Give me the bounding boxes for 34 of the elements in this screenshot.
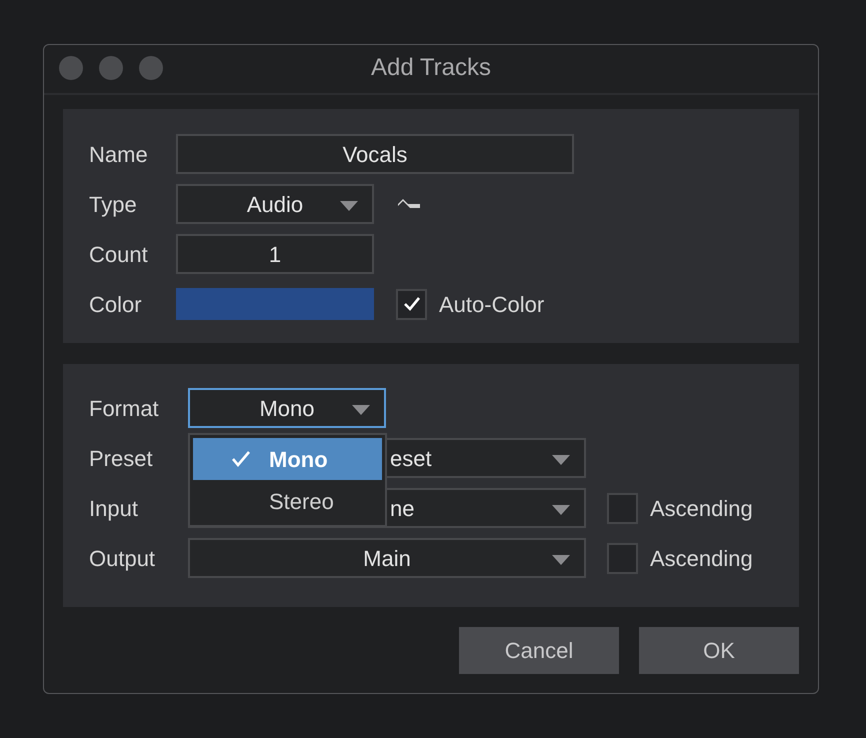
field-label: Type: [89, 190, 138, 219]
caret-icon: [340, 201, 358, 211]
checkbox[interactable]: [396, 288, 427, 320]
type-dropdown[interactable]: Audio: [176, 184, 374, 224]
window-title: Add Tracks: [370, 54, 492, 81]
field-label: Name: [89, 140, 149, 168]
check-icon: [231, 450, 251, 468]
format-dropdown[interactable]: Mono: [188, 388, 386, 428]
checkbox-label: Auto-Color: [439, 290, 544, 318]
field-label: Color: [89, 290, 143, 318]
count-field[interactable]: 1: [176, 234, 374, 274]
name-field[interactable]: Vocals: [176, 134, 574, 174]
checkbox[interactable]: [607, 542, 638, 574]
caret-icon: [552, 555, 570, 565]
field-label: Count: [89, 240, 149, 268]
checkbox-label: Ascending: [650, 494, 753, 523]
output-dropdown[interactable]: Main: [188, 538, 586, 578]
menu-item[interactable]: Mono: [193, 438, 382, 480]
window-button[interactable]: [139, 56, 163, 80]
waveform-icon: [398, 198, 420, 210]
field-label: Input: [89, 494, 139, 523]
color-swatch[interactable]: [176, 288, 374, 320]
caret-icon: [552, 505, 570, 515]
checkbox-label: Ascending: [650, 544, 753, 573]
caret-icon: [552, 455, 570, 465]
checkbox[interactable]: [607, 492, 638, 524]
field-label: Preset: [89, 444, 154, 472]
cancel-button[interactable]: Cancel: [459, 627, 619, 674]
field-label: Format: [89, 394, 160, 422]
caret-icon: [352, 405, 370, 415]
ok-button[interactable]: OK: [639, 627, 799, 674]
window-button[interactable]: [99, 56, 123, 80]
window-button[interactable]: [59, 56, 83, 80]
field-label: Output: [89, 544, 156, 573]
